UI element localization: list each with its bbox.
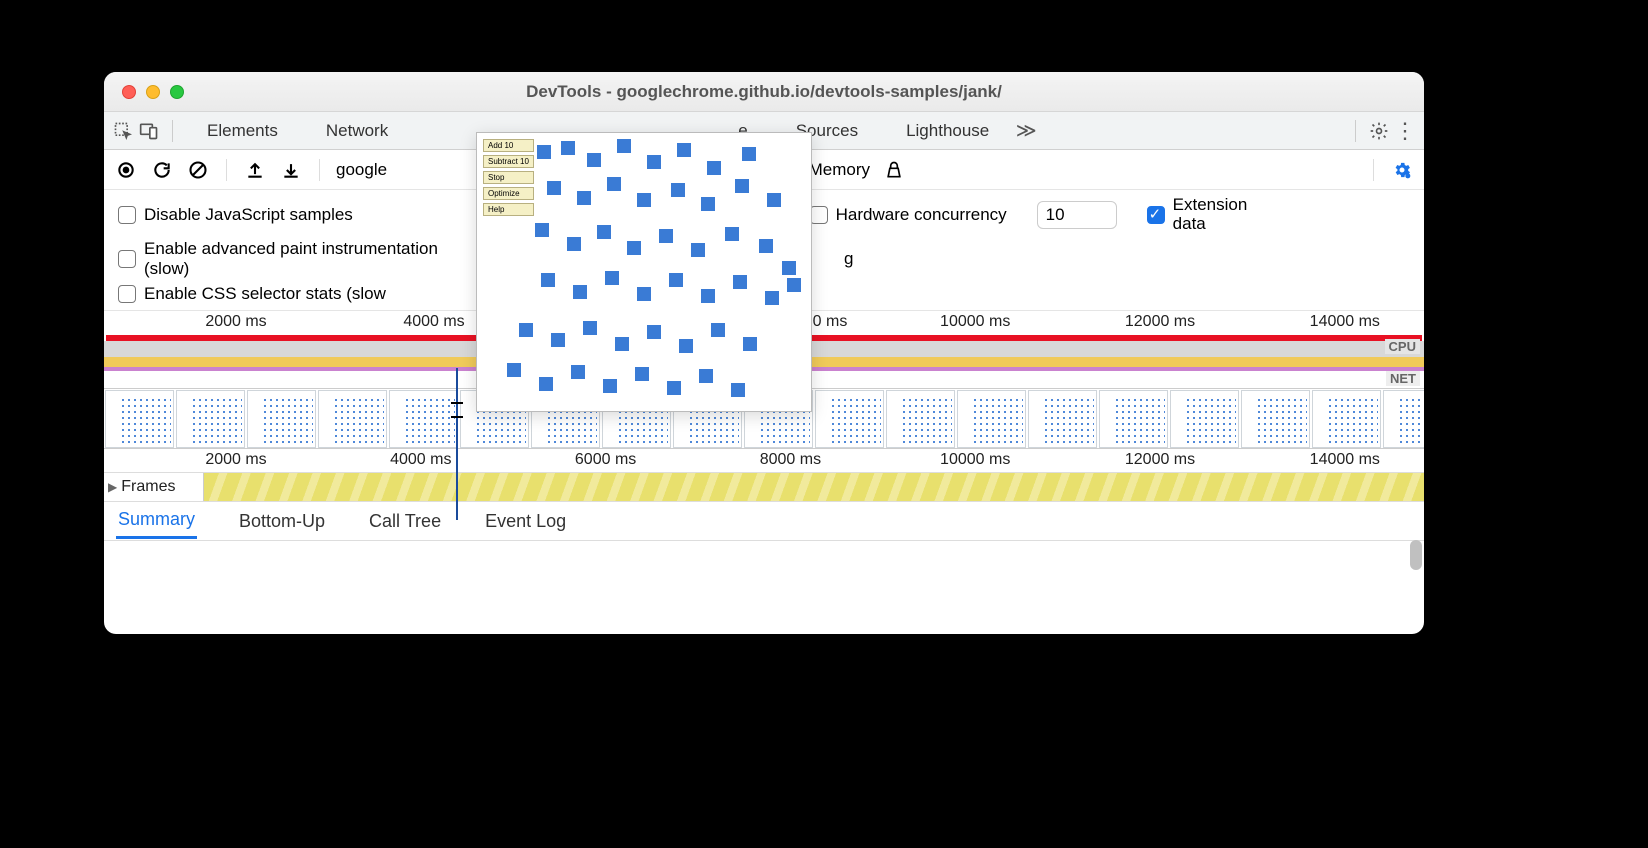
- device-toolbar-icon[interactable]: [138, 120, 160, 142]
- frames-label: Frames: [121, 478, 175, 496]
- gc-icon[interactable]: [882, 158, 906, 182]
- upload-icon[interactable]: [243, 158, 267, 182]
- clear-button[interactable]: [186, 158, 210, 182]
- disable-js-label: Disable JavaScript samples: [144, 205, 353, 225]
- flamechart-ruler: 2000 ms 4000 ms 6000 ms 8000 ms 10000 ms…: [104, 449, 1424, 473]
- gc-truncated-label: g: [844, 249, 853, 269]
- css-selector-stats-checkbox[interactable]: Enable CSS selector stats (slow: [118, 284, 386, 304]
- memory-label: Memory: [809, 160, 870, 180]
- kebab-icon[interactable]: ⋮: [1394, 120, 1416, 142]
- filmstrip-thumb[interactable]: [247, 390, 316, 448]
- frames-lane[interactable]: [204, 473, 1424, 501]
- preview-optimize-button: Optimize: [483, 187, 534, 200]
- filmstrip-thumb[interactable]: [318, 390, 387, 448]
- playhead-marker[interactable]: [456, 368, 458, 520]
- screenshot-preview-popup: Add 10 Subtract 10 Stop Optimize Help: [476, 132, 812, 412]
- filmstrip-thumb[interactable]: [1099, 390, 1168, 448]
- divider: [1355, 120, 1356, 142]
- traffic-lights: [122, 85, 184, 99]
- tab-call-tree[interactable]: Call Tree: [367, 505, 443, 538]
- filmstrip-thumb[interactable]: [389, 390, 458, 448]
- details-tabs: Summary Bottom-Up Call Tree Event Log: [104, 501, 1424, 541]
- filmstrip-thumb[interactable]: [815, 390, 884, 448]
- disclosure-triangle-icon[interactable]: ▶: [108, 480, 117, 494]
- ext-data-label: Extension data: [1173, 196, 1263, 233]
- tab-summary[interactable]: Summary: [116, 503, 197, 539]
- record-button[interactable]: [114, 158, 138, 182]
- preview-subtract-button: Subtract 10: [483, 155, 534, 168]
- filmstrip-thumb[interactable]: [1028, 390, 1097, 448]
- scrollbar-thumb[interactable]: [1410, 540, 1422, 570]
- filmstrip-thumb[interactable]: [1383, 390, 1424, 448]
- cpu-label: CPU: [1385, 339, 1420, 354]
- css-stats-label: Enable CSS selector stats (slow: [144, 284, 386, 304]
- extension-data-checkbox[interactable]: Extension data: [1147, 196, 1263, 233]
- preview-stop-button: Stop: [483, 171, 534, 184]
- window-title: DevTools - googlechrome.github.io/devtoo…: [104, 82, 1424, 102]
- hw-concurrency-input[interactable]: [1037, 201, 1117, 229]
- paint-label: Enable advanced paint instrumentation (s…: [144, 239, 474, 278]
- filmstrip-thumb[interactable]: [1312, 390, 1381, 448]
- disable-js-checkbox[interactable]: Disable JavaScript samples: [118, 205, 353, 225]
- tab-lighthouse[interactable]: Lighthouse: [884, 115, 1011, 147]
- filmstrip-thumb[interactable]: [176, 390, 245, 448]
- inspect-icon[interactable]: [112, 120, 134, 142]
- tab-elements[interactable]: Elements: [185, 115, 300, 147]
- preview-add-button: Add 10: [483, 139, 534, 152]
- filmstrip-thumb[interactable]: [1241, 390, 1310, 448]
- close-icon[interactable]: [122, 85, 136, 99]
- filmstrip-thumb[interactable]: [105, 390, 174, 448]
- more-tabs-icon[interactable]: ≫: [1015, 120, 1037, 142]
- preview-page-controls: Add 10 Subtract 10 Stop Optimize Help: [483, 139, 534, 216]
- tab-bottom-up[interactable]: Bottom-Up: [237, 505, 327, 538]
- zoom-icon[interactable]: [170, 85, 184, 99]
- filmstrip-thumb[interactable]: [886, 390, 955, 448]
- filmstrip-thumb[interactable]: [1170, 390, 1239, 448]
- frames-track-header[interactable]: ▶ Frames: [104, 473, 204, 501]
- minimize-icon[interactable]: [146, 85, 160, 99]
- settings-icon[interactable]: [1368, 120, 1390, 142]
- net-label: NET: [1386, 371, 1420, 386]
- frames-track[interactable]: ▶ Frames: [104, 473, 1424, 501]
- filmstrip-thumb[interactable]: [957, 390, 1026, 448]
- tab-network[interactable]: Network: [304, 115, 410, 147]
- paint-instrumentation-checkbox[interactable]: Enable advanced paint instrumentation (s…: [118, 239, 474, 278]
- hw-conc-label: Hardware concurrency: [836, 205, 1007, 225]
- titlebar: DevTools - googlechrome.github.io/devtoo…: [104, 72, 1424, 112]
- capture-settings-icon[interactable]: [1390, 158, 1414, 182]
- origin-label: google: [336, 160, 387, 180]
- tab-event-log[interactable]: Event Log: [483, 505, 568, 538]
- preview-help-button: Help: [483, 203, 534, 216]
- reload-record-button[interactable]: [150, 158, 174, 182]
- hw-concurrency-checkbox[interactable]: Hardware concurrency: [810, 205, 1007, 225]
- divider: [172, 120, 173, 142]
- download-icon[interactable]: [279, 158, 303, 182]
